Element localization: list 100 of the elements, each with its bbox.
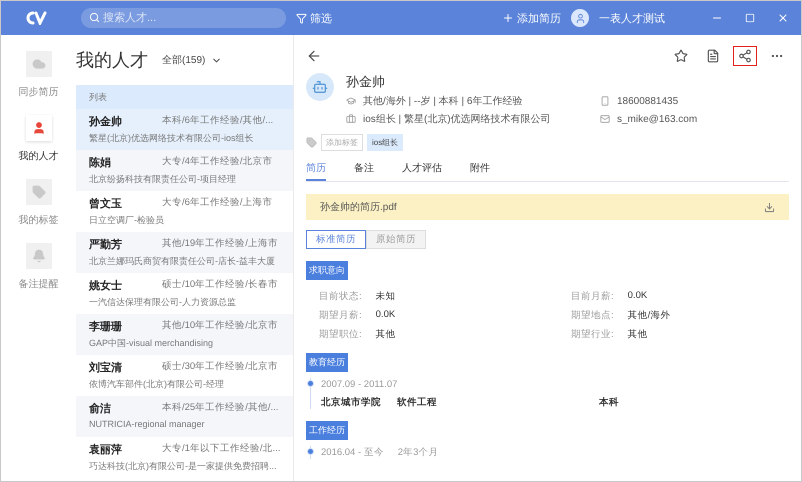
- candidate-summary: 其他/19年工作经验/上海市: [162, 237, 278, 251]
- maximize-icon: [745, 13, 755, 23]
- star-icon: [674, 49, 688, 63]
- email-text: s_mike@163.com: [617, 114, 698, 124]
- field-label: 目前状态:: [319, 290, 362, 303]
- person-icon: [26, 115, 52, 141]
- candidate-row[interactable]: 孙金帅 本科/6年工作经验/其他/... 繁星(北京)优选网络技术有限公司-ios组长: [76, 109, 293, 150]
- profile-text: 其他/海外 | --岁 | 本科 | 6年工作经验: [363, 94, 522, 108]
- candidate-name: 孙金帅: [346, 73, 386, 91]
- maximize-button[interactable]: [745, 13, 755, 23]
- candidate-name: 严勤芳: [89, 238, 123, 252]
- field-label: 期望月薪:: [319, 309, 362, 322]
- sidebar-item[interactable]: 我的人才: [18, 115, 58, 163]
- candidate-row[interactable]: 李珊珊 其他/10年工作经验/北京市 GAP中国-visual merchandising: [76, 314, 293, 355]
- close-icon: [777, 12, 789, 24]
- share-button[interactable]: [733, 46, 757, 66]
- field-value: 0.0K: [628, 290, 648, 303]
- degree-text: 本科: [599, 396, 619, 409]
- candidate-name: 姚女士: [89, 278, 123, 293]
- phone-number: 18600881435: [617, 96, 678, 106]
- attachment-bar[interactable]: 孙金帅的简历.pdf: [306, 194, 789, 220]
- school-name: 北京城市学院: [321, 396, 381, 409]
- candidate-name: 李珊珊: [89, 320, 123, 334]
- candidate-summary: 其他/10年工作经验/北京市: [162, 319, 278, 333]
- tab[interactable]: 人才评估: [402, 159, 442, 181]
- period-text: 2007.09 - 2011.07: [321, 379, 398, 390]
- candidate-name: 刘宝清: [89, 360, 123, 375]
- list-title: 我的人才: [76, 49, 148, 72]
- candidate-company: 北京纷扬科技有限责任公司-项目经理: [89, 173, 237, 186]
- logo-icon: [25, 11, 47, 25]
- section-label: 工作经历: [306, 421, 348, 440]
- back-icon[interactable]: [306, 48, 322, 64]
- view-toggle[interactable]: 标准简历: [306, 230, 366, 249]
- download-icon[interactable]: [764, 202, 775, 212]
- candidate-name: 曾文玉: [89, 196, 123, 211]
- attachment-name: 孙金帅的简历.pdf: [320, 200, 397, 214]
- tab[interactable]: 简历: [306, 159, 326, 181]
- candidate-company: NUTRICIA-regional manager: [89, 419, 206, 429]
- candidate-company: GAP中国-visual merchandising: [89, 337, 214, 350]
- bell-icon: [26, 243, 52, 269]
- tab[interactable]: 附件: [470, 159, 490, 181]
- user-name[interactable]: 一表人才测试: [599, 10, 665, 26]
- candidate-summary: 硕士/30年工作经验/北京市: [162, 360, 278, 374]
- candidate-summary: 大专/1年以下工作经验/北...: [162, 442, 280, 456]
- sidebar-item[interactable]: 同步简历: [18, 51, 58, 99]
- candidate-row[interactable]: 俞洁 本科/25年工作经验/其他/... NUTRICIA-regional manager: [76, 396, 293, 437]
- search-icon: [89, 12, 100, 23]
- duration-text: 2年3个月: [398, 447, 438, 458]
- candidate-summary: 本科/6年工作经验/其他/...: [162, 114, 274, 128]
- field-label: 期望地点:: [571, 309, 614, 322]
- field-label: 期望行业:: [571, 328, 614, 341]
- candidate-summary: 大专/4年工作经验/北京市: [162, 155, 273, 169]
- filter-button[interactable]: 筛选: [296, 10, 332, 26]
- candidate-company: 巧达科技(北京)有限公司-是一家提供免费招聘...: [89, 460, 278, 473]
- tag-icon: [306, 137, 317, 148]
- tag-icon: [26, 179, 52, 205]
- share-icon: [738, 49, 752, 63]
- candidate-summary: 大专/6年工作经验/上海市: [162, 196, 273, 210]
- plus-icon: [502, 12, 514, 24]
- filter-icon: [296, 12, 307, 24]
- field-value: 其他: [628, 328, 648, 341]
- notes-icon: [706, 49, 720, 63]
- candidate-row[interactable]: 陈娟 大专/4年工作经验/北京市 北京纷扬科技有限责任公司-项目经理: [76, 150, 293, 191]
- candidate-name: 陈娟: [89, 156, 112, 170]
- filter-dropdown[interactable]: 全部(159): [162, 53, 222, 67]
- close-button[interactable]: [777, 12, 789, 24]
- field-value: 0.0K: [376, 309, 396, 322]
- tab[interactable]: 备注: [354, 159, 374, 181]
- candidate-name: 孙金帅: [89, 114, 123, 129]
- tag-chip[interactable]: ios组长: [367, 134, 404, 151]
- candidate-company: 日立空调厂-检验员: [89, 214, 165, 227]
- candidate-name: 袁丽萍: [89, 442, 123, 457]
- section-label: 求职意向: [306, 261, 348, 280]
- field-value: 其他/海外: [628, 309, 670, 322]
- field-value: 其他: [376, 328, 396, 341]
- timeline-dot: [307, 448, 314, 455]
- job-text: ios组长 | 繁星(北京)优选网络技术有限公司: [363, 112, 551, 126]
- candidate-summary: 硕士/10年工作经验/长春市: [162, 278, 278, 292]
- section-label: 教育经历: [306, 353, 348, 372]
- graduation-cap-icon: [346, 96, 356, 106]
- briefcase-icon: [346, 114, 356, 124]
- add-resume-button[interactable]: 添加简历: [502, 10, 561, 26]
- sidebar-item[interactable]: 我的标签: [18, 179, 58, 227]
- candidate-name: 俞洁: [89, 402, 112, 416]
- mail-icon: [600, 114, 610, 124]
- candidate-summary: 本科/25年工作经验/其他/...: [162, 401, 278, 415]
- candidate-company: 北京兰娜玛氏商贸有限责任公司-店长-益丰大厦: [89, 255, 276, 268]
- candidate-company: 依博汽车部件(北京)有限公司-经理: [89, 378, 225, 391]
- candidate-company: 一汽信达保理有限公司-人力资源总监: [89, 296, 237, 309]
- cloud-icon: [26, 51, 52, 77]
- sidebar-item[interactable]: 备注提醒: [18, 243, 58, 291]
- candidate-company: 繁星(北京)优选网络技术有限公司-ios组长: [89, 132, 254, 145]
- major-name: 软件工程: [397, 396, 437, 409]
- phone-icon: [600, 96, 610, 106]
- field-label: 期望职位:: [319, 328, 362, 341]
- field-value: 未知: [376, 290, 396, 303]
- candidate-row[interactable]: 严勤芳 其他/19年工作经验/上海市 北京兰娜玛氏商贸有限责任公司-店长-益丰大厦: [76, 232, 293, 273]
- list-header: 列表: [76, 85, 293, 109]
- field-label: 目前月薪:: [571, 290, 614, 303]
- period-text: 2016.04 - 至今: [321, 447, 384, 458]
